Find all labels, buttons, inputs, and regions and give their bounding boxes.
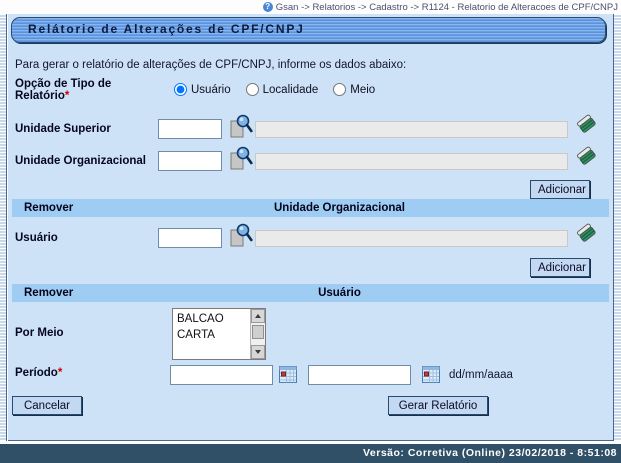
cancelar-button[interactable]: Cancelar xyxy=(12,396,82,415)
eraser-icon xyxy=(577,114,596,133)
gerar-relatorio-button[interactable]: Gerar Relatório xyxy=(388,396,488,415)
usuario-display xyxy=(255,230,568,247)
gsan-window: ? Gsan -> Relatorios -> Cadastro -> R112… xyxy=(0,0,621,463)
report-type-label: Opção de Tipo de Relatório* xyxy=(15,78,112,102)
header-unidade-organizacional: Unidade Organizacional xyxy=(274,202,405,214)
unidade-organizacional-input[interactable] xyxy=(158,151,222,171)
required-asterisk: * xyxy=(57,367,63,379)
calendar-icon xyxy=(422,366,440,383)
radio-meio-label[interactable]: Meio xyxy=(350,84,375,96)
unidade-organizacional-display xyxy=(255,153,568,170)
unidade-superior-input[interactable] xyxy=(158,119,222,139)
unidade-superior-clear-button[interactable] xyxy=(574,111,598,137)
arrow-down-icon xyxy=(255,350,261,354)
magnifier-icon xyxy=(230,223,253,247)
radio-usuario-label[interactable]: Usuário xyxy=(191,84,231,96)
usuario-input[interactable] xyxy=(158,228,222,248)
unidade-table-header: Remover Unidade Organizacional xyxy=(12,199,609,217)
periodo-start-input[interactable] xyxy=(170,365,273,385)
eraser-icon xyxy=(577,146,596,165)
header-remover: Remover xyxy=(24,287,74,299)
arrow-up-icon xyxy=(255,314,261,318)
periodo-label: Período* xyxy=(15,367,63,379)
unidade-organizacional-clear-button[interactable] xyxy=(574,143,598,169)
por-meio-label: Por Meio xyxy=(15,327,64,339)
adicionar-usuario-button[interactable]: Adicionar xyxy=(530,258,590,277)
usuario-clear-button[interactable] xyxy=(574,220,598,246)
usuario-label: Usuário xyxy=(15,232,58,244)
por-meio-listbox[interactable]: BALCAO CARTA xyxy=(172,308,266,360)
page-title-bar: Relátorio de Alterações de CPF/CNPJ xyxy=(11,17,606,43)
listbox-option-carta[interactable]: CARTA xyxy=(173,327,250,343)
adicionar-unidade-button[interactable]: Adicionar xyxy=(530,180,590,199)
breadcrumb: Gsan -> Relatorios -> Cadastro -> R1124 … xyxy=(275,1,618,13)
listbox-scrollbar xyxy=(250,309,265,359)
right-edge-decoration xyxy=(613,14,621,441)
calendar-icon xyxy=(279,366,297,383)
magnifier-icon xyxy=(230,146,253,170)
version-bar: Versão: Corretiva (Online) 23/02/2018 - … xyxy=(0,444,621,463)
unidade-organizacional-label: Unidade Organizacional xyxy=(15,155,146,167)
periodo-start-calendar-button[interactable] xyxy=(279,366,297,383)
content-panel: Relátorio de Alterações de CPF/CNPJ Para… xyxy=(8,14,613,441)
page-title: Relátorio de Alterações de CPF/CNPJ xyxy=(28,22,305,36)
periodo-end-input[interactable] xyxy=(308,365,411,385)
unidade-superior-label: Unidade Superior xyxy=(15,123,111,135)
required-asterisk: * xyxy=(64,90,70,102)
top-bar: ? Gsan -> Relatorios -> Cadastro -> R112… xyxy=(0,0,621,14)
por-meio-options: BALCAO CARTA xyxy=(173,309,250,359)
magnifier-icon xyxy=(230,114,253,138)
intro-text: Para gerar o relatório de alterações de … xyxy=(15,59,407,71)
radio-meio[interactable] xyxy=(333,83,347,96)
unidade-organizacional-search-button[interactable] xyxy=(229,146,253,172)
report-type-radio-group: Usuário Localidade Meio xyxy=(174,83,375,96)
periodo-end-calendar-button[interactable] xyxy=(422,366,440,383)
help-icon[interactable]: ? xyxy=(262,2,273,12)
usuario-search-button[interactable] xyxy=(229,223,253,249)
scroll-thumb[interactable] xyxy=(252,325,264,339)
eraser-icon xyxy=(577,223,596,242)
radio-localidade[interactable] xyxy=(245,83,259,96)
unidade-superior-display xyxy=(255,121,568,138)
radio-usuario[interactable] xyxy=(174,83,187,96)
date-format-hint: dd/mm/aaaa xyxy=(449,369,513,381)
radio-localidade-label[interactable]: Localidade xyxy=(263,84,319,96)
unidade-superior-search-button[interactable] xyxy=(229,114,253,140)
left-edge-decoration xyxy=(0,14,7,441)
usuario-table-header: Remover Usuário xyxy=(12,284,609,302)
header-usuario: Usuário xyxy=(318,287,361,299)
scroll-down-button[interactable] xyxy=(251,345,265,359)
header-remover: Remover xyxy=(24,202,74,214)
scroll-track[interactable] xyxy=(251,323,265,345)
scroll-up-button[interactable] xyxy=(251,309,265,323)
listbox-option-balcao[interactable]: BALCAO xyxy=(173,311,250,327)
